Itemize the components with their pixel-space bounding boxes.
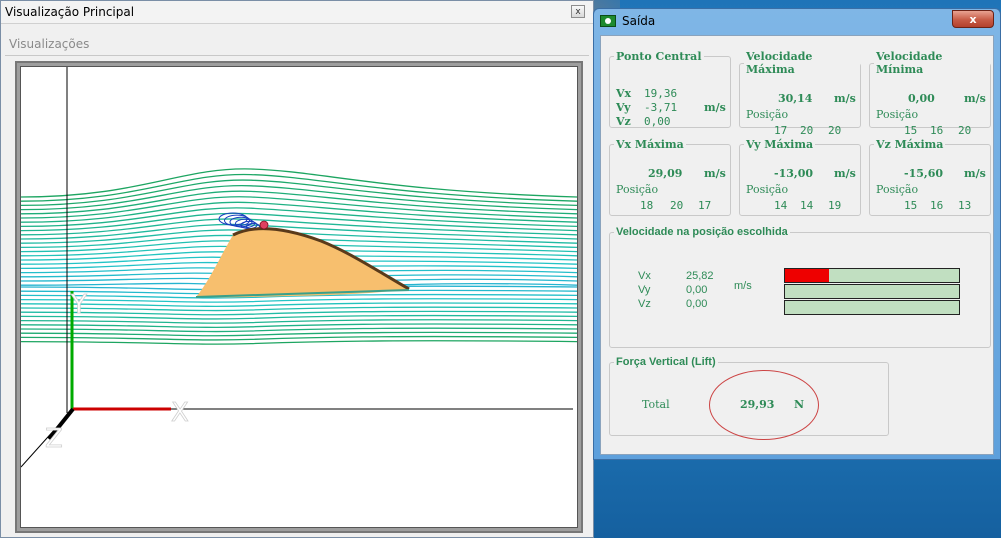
total-label: Total [642,398,670,411]
pos-z: 20 [828,124,842,137]
vy-value: 0,00 [686,284,708,296]
wing-shape [196,228,409,298]
pos-y: 14 [800,199,814,212]
group-title: Vy Máxima [746,138,814,151]
vx-value: 19,36 [644,87,678,100]
unit-label: m/s [704,101,726,114]
brazil-flag-icon [600,15,616,27]
posicao-label: Posição [876,183,919,196]
axis-label-x: X [171,398,189,428]
group-title: Ponto Central [616,50,702,63]
vx-value: 25,82 [686,270,714,282]
group-title: Velocidade na posição escolhida [616,226,788,238]
vy-velocity-bar [784,284,960,299]
group-vy-maxima: Vy Máxima -13,00 m/s Posição 14 14 19 [739,138,861,216]
pos-z: 19 [828,199,842,212]
pos-x: 14 [774,199,788,212]
streamline [21,314,577,320]
value: 0,00 [908,92,935,105]
pos-y: 20 [800,124,814,137]
close-button[interactable]: x [952,10,994,28]
viewport-frame: Y X Z [15,61,583,533]
pos-z: 17 [698,199,712,212]
vz-value: 0,00 [644,115,671,128]
streamline [21,168,577,198]
axis-label-z: Z [45,424,63,454]
vz-value: 0,00 [686,298,708,310]
posicao-label: Posição [876,108,919,121]
group-title: Vx Máxima [616,138,684,151]
value: -15,60 [904,167,944,180]
streamline [21,190,577,215]
value: -13,00 [774,167,814,180]
streamline [21,335,577,341]
vx-velocity-bar [784,268,960,283]
probe-point[interactable] [259,220,269,230]
group-title: Velocidade Máxima [746,50,813,76]
vz-label: Vz [616,115,631,128]
vx-bar-fill [785,269,829,282]
output-window-title: Saída [622,14,656,28]
streamline [21,298,577,303]
group-title: Força Vertical (Lift) [616,356,716,368]
main-window-title: Visualização Principal [5,5,135,19]
pos-x: 17 [774,124,788,137]
pos-y: 16 [930,124,944,137]
vy-label: Vy [616,101,631,114]
vx-label: Vx [616,87,632,100]
main-window-titlebar[interactable]: Visualização Principal x [1,1,593,24]
group-title: Velocidade Mínima [876,50,943,76]
pos-x: 18 [640,199,654,212]
posicao-label: Posição [746,108,789,121]
streamline [21,302,577,308]
group-velocidade-posicao: Velocidade na posição escolhida Vx 25,82… [609,226,991,348]
pos-y: 20 [670,199,684,212]
vz-velocity-bar [784,300,960,315]
highlight-annotation [709,370,819,440]
unit-label: m/s [734,280,752,292]
3d-viewport[interactable]: Y X Z [20,66,578,528]
main-visualization-window: Visualização Principal x Visualizações Y [0,0,594,538]
output-panel: Ponto Central Vx 19,36 Vy -3,71 m/s Vz 0… [600,35,994,455]
unit-label: m/s [704,167,726,180]
unit-label: m/s [964,92,986,105]
unit-label: m/s [964,167,986,180]
streamline [21,331,577,337]
pos-z: 13 [958,199,972,212]
group-ponto-central: Ponto Central Vx 19,36 Vy -3,71 m/s Vz 0… [609,50,731,128]
tab-visualizacoes[interactable]: Visualizações [9,37,89,51]
streamline [21,319,577,324]
close-button[interactable]: x [571,5,585,18]
pos-y: 16 [930,199,944,212]
group-velocidade-minima: Velocidade Mínima 0,00 m/s Posição 15 16… [869,50,991,137]
axis-label-y: Y [70,290,87,320]
pos-z: 20 [958,124,972,137]
unit-label: m/s [834,167,856,180]
group-vz-maxima: Vz Máxima -15,60 m/s Posição 15 16 13 [869,138,991,216]
vy-value: -3,71 [644,101,678,114]
group-title: Vz Máxima [876,138,944,151]
pos-x: 15 [904,199,918,212]
streamline [21,327,577,333]
group-vx-maxima: Vx Máxima 29,09 m/s Posição 18 20 17 [609,138,731,216]
streamline [21,310,577,316]
value: 29,09 [648,167,683,180]
flow-visualization: Y X Z [21,67,577,468]
output-window: Saída x Ponto Central Vx 19,36 Vy -3,71 … [593,8,1001,460]
posicao-label: Posição [746,183,789,196]
vx-label: Vx [638,270,651,282]
posicao-label: Posição [616,183,659,196]
streamline [21,306,577,312]
output-window-titlebar[interactable]: Saída x [594,9,1000,33]
streamline [21,173,577,202]
streamline [21,323,577,329]
streamline [21,340,577,345]
pos-x: 15 [904,124,918,137]
unit-label: m/s [834,92,856,105]
vz-label: Vz [638,298,651,310]
vy-label: Vy [638,284,651,296]
value: 30,14 [778,92,813,105]
group-velocidade-maxima: Velocidade Máxima 30,14 m/s Posição 17 2… [739,50,861,137]
visualizations-bar [5,35,589,56]
